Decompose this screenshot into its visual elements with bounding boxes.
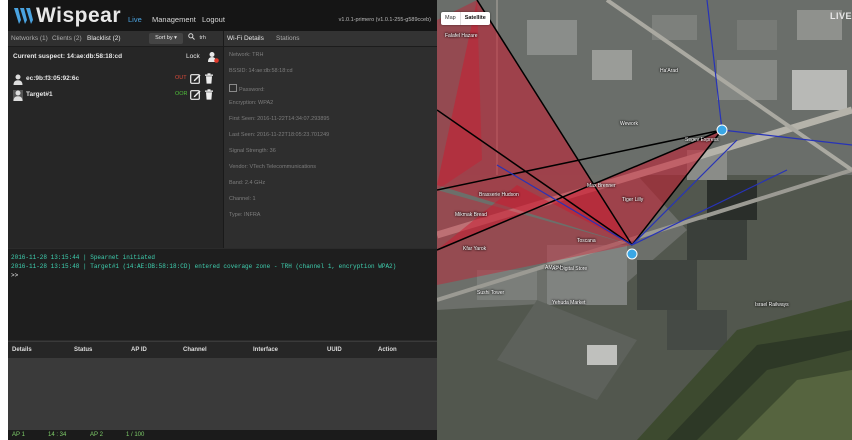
live-indicator: LIVE	[829, 11, 852, 21]
status-badge: OOR	[175, 91, 188, 97]
list-item[interactable]: Target#1 OOR	[8, 88, 223, 104]
logo: Wispear	[12, 4, 122, 27]
map-place-label[interactable]: Toscana	[577, 238, 596, 244]
map-place-label[interactable]: Kfar Yarok	[463, 246, 486, 252]
signal-strength-field: Signal Strength: 36	[229, 148, 276, 154]
sort-by-button[interactable]: Sort by ▾	[149, 33, 183, 44]
blacklist-panel: Networks (1) Clients (2) Blacklist (2) S…	[8, 31, 224, 248]
map-place-label[interactable]: Max Brenner	[587, 183, 616, 189]
encryption-field: Encryption: WPA2	[229, 100, 274, 106]
last-seen-field: Last Seen: 2016-11-22T18:05:23.701249	[229, 132, 330, 138]
map-imagery[interactable]	[437, 0, 852, 440]
map-place-label[interactable]: Sushi Tower	[477, 290, 504, 296]
search-icon	[188, 33, 195, 40]
map-type-satellite-button[interactable]: Satellite	[459, 12, 490, 25]
footer-count: 1 / 100	[126, 432, 145, 438]
map-place-label[interactable]: Segev Express	[685, 137, 719, 143]
map-place-label[interactable]: Wework	[620, 121, 638, 127]
password-field[interactable]: Password:	[229, 84, 265, 93]
column-header[interactable]: Channel	[183, 347, 207, 353]
console-prompt[interactable]: >>	[11, 272, 18, 279]
map-place-label[interactable]: Israel Railways	[755, 302, 789, 308]
map-place-label[interactable]: Falafel Hazare	[445, 33, 478, 39]
map-place-label[interactable]: AP Digital Store	[552, 266, 587, 272]
current-suspect-label: Current suspect: 14:ae:db:58:18:cd	[13, 53, 123, 60]
tab-blacklist[interactable]: Blacklist (2)	[87, 35, 121, 42]
edit-password-icon[interactable]	[229, 84, 237, 92]
lock-target-icon[interactable]	[207, 51, 219, 63]
version-label: v1.0.1-primero (v1.0.1-255-g589cceb)	[338, 17, 431, 23]
column-header[interactable]: Details	[12, 347, 32, 353]
bssid-field: BSSID: 14:ae:db:58:18:cd	[229, 68, 293, 74]
type-field: Type: INFRA	[229, 212, 261, 218]
console-line: 2016-11-28 13:15:48 | Target#1 (14:AE:DB…	[11, 263, 397, 270]
tab-stations[interactable]: Stations	[276, 35, 300, 42]
console-line: 2016-11-28 13:15:44 | Spearnet initiated	[11, 254, 156, 261]
column-header[interactable]: Interface	[253, 347, 278, 353]
tab-wifi-details[interactable]: Wi-Fi Details	[227, 35, 264, 42]
column-header[interactable]: Status	[74, 347, 92, 353]
detail-tabs: Wi-Fi Details Stations	[224, 31, 437, 47]
person-icon	[13, 90, 23, 101]
person-icon	[13, 74, 23, 85]
first-seen-field: First Seen: 2016-11-22T14:34:07.293895	[229, 116, 330, 122]
wifi-details-panel: Wi-Fi Details Stations Network: TRH BSSI…	[224, 31, 437, 248]
list-item-name: Target#1	[26, 91, 53, 98]
ap-table-body	[8, 358, 437, 440]
footer-ap1: AP 1	[12, 432, 25, 438]
map-type-toggle[interactable]: Map Satellite	[441, 12, 490, 25]
wispear-app: Wispear Live Management Logout v1.0.1-pr…	[8, 0, 437, 440]
ap-table-header: Details Status AP ID Channel Interface U…	[8, 341, 437, 359]
trash-icon[interactable]	[204, 89, 214, 100]
nav-management[interactable]: Management	[152, 15, 196, 24]
edit-icon[interactable]	[190, 73, 201, 84]
column-header[interactable]: UUID	[327, 347, 342, 353]
map-place-label[interactable]: Ha'Arad	[660, 68, 678, 74]
map-type-map-button[interactable]: Map	[441, 12, 460, 25]
status-footer: AP 1 14 : 34 AP 2 1 / 100	[8, 430, 437, 440]
logo-mark-icon	[14, 8, 33, 24]
footer-time: 14 : 34	[48, 432, 67, 438]
channel-field: Channel: 1	[229, 196, 256, 202]
satellite-map[interactable]: Map Satellite LIVE Falafel Hazare Ha'Ara…	[437, 0, 852, 440]
band-field: Band: 2.4 GHz	[229, 180, 266, 186]
map-place-label[interactable]: Brasserie Hudson	[479, 192, 519, 198]
vendor-field: Vendor: VTech Telecommunications	[229, 164, 317, 170]
tab-clients[interactable]: Clients (2)	[52, 35, 82, 42]
map-place-label[interactable]: Tiger Lilly	[622, 197, 643, 203]
top-navbar: Wispear Live Management Logout v1.0.1-pr…	[8, 0, 437, 31]
column-header[interactable]: AP ID	[131, 347, 147, 353]
map-place-label[interactable]: Mikmak Bread	[455, 212, 487, 218]
trash-icon[interactable]	[204, 73, 214, 84]
edit-icon[interactable]	[190, 89, 201, 100]
lock-label: Lock	[186, 53, 200, 60]
logo-text: Wispear	[36, 4, 122, 27]
event-console[interactable]: 2016-11-28 13:15:44 | Spearnet initiated…	[8, 249, 437, 340]
network-field: Network: TRH	[229, 52, 264, 58]
nav-logout[interactable]: Logout	[202, 15, 225, 24]
password-label: Password:	[239, 87, 265, 93]
footer-ap2: AP 2	[90, 432, 103, 438]
list-item-name: ec:9b:f3:05:92:6c	[26, 75, 80, 82]
left-tabs: Networks (1) Clients (2) Blacklist (2) S…	[8, 31, 223, 47]
search-field[interactable]: trh	[188, 33, 220, 44]
search-input[interactable]: trh	[200, 35, 206, 41]
tab-networks[interactable]: Networks (1)	[11, 35, 48, 42]
nav-live[interactable]: Live	[128, 15, 142, 24]
column-header[interactable]: Action	[378, 347, 397, 353]
status-badge: OUT	[175, 75, 187, 81]
map-place-label[interactable]: Yehuda Market	[552, 300, 585, 306]
list-item[interactable]: ec:9b:f3:05:92:6c OUT	[8, 72, 223, 88]
